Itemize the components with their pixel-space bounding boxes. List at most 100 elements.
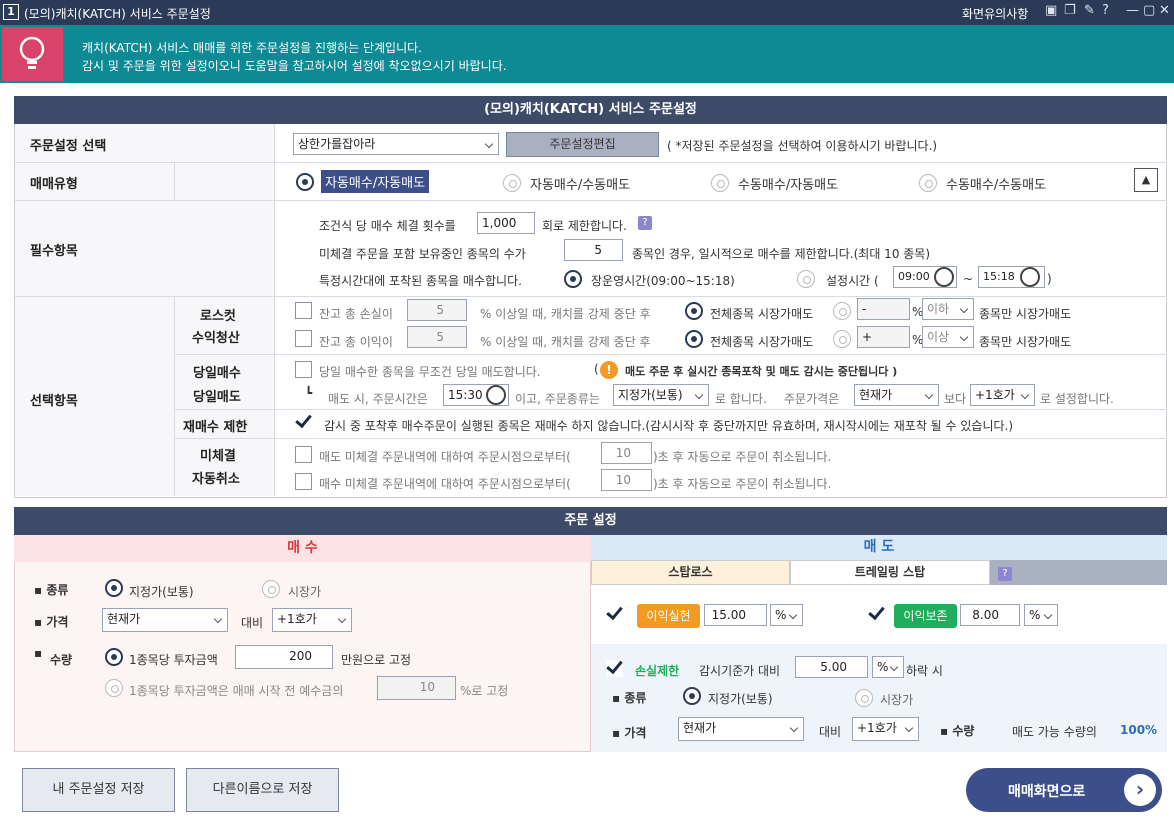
- profit-take-checkbox[interactable]: [606, 606, 623, 623]
- sell-price-base-select[interactable]: 현재가: [854, 384, 939, 406]
- trade-type-radio-3[interactable]: [711, 174, 729, 192]
- trade-type-radio-2[interactable]: [503, 174, 521, 192]
- help-icon[interactable]: ?: [1102, 3, 1109, 18]
- help-icon[interactable]: ?: [998, 567, 1012, 581]
- save-my-settings-button[interactable]: 내 주문설정 저장: [22, 768, 175, 812]
- buy-tick-select[interactable]: +1호가: [272, 608, 352, 632]
- buy-auto-cancel-checkbox[interactable]: [295, 473, 312, 490]
- max-buy-count-input[interactable]: 1,000: [477, 212, 535, 234]
- loss-limit-unit-select[interactable]: %: [872, 656, 904, 678]
- sell-tick-select[interactable]: +1호가: [970, 384, 1035, 406]
- loss-limit-checkbox[interactable]: [295, 302, 312, 319]
- buy-fixed-amount-input[interactable]: 200: [235, 645, 333, 669]
- tab-trailing-stop[interactable]: 트레일링 스탑: [790, 560, 990, 585]
- loss-all-sell-label[interactable]: 전체종목 시장가매도: [710, 305, 813, 322]
- max-holdings-input[interactable]: 5: [564, 239, 623, 261]
- buy-percent-radio[interactable]: [105, 679, 123, 697]
- sell-limit-label[interactable]: 지정가(보통): [708, 690, 773, 707]
- help-icon[interactable]: ?: [638, 216, 652, 230]
- custom-time-label[interactable]: 설정시간 (: [826, 272, 879, 289]
- profit-partial-radio[interactable]: [833, 330, 851, 348]
- clock-icon[interactable]: [934, 267, 954, 287]
- buy-percent-input[interactable]: 10: [377, 676, 456, 700]
- loss-compare-select[interactable]: 이하: [922, 298, 974, 320]
- sell-order-kind-select[interactable]: 지정가(보통): [613, 384, 709, 406]
- profit-keep-input[interactable]: 8.00: [960, 604, 1020, 626]
- open-paren-text: (: [594, 362, 599, 376]
- max-holdings-suffix: 종목인 경우, 일시적으로 매수를 제한합니다.(최대 10 종목): [632, 247, 931, 261]
- trade-type-option-3[interactable]: 수동매수/자동매도: [738, 174, 838, 193]
- sell-auto-cancel-input[interactable]: 10: [601, 442, 652, 464]
- profit-limit-input[interactable]: 5: [407, 326, 467, 348]
- buy-fixed-amount-radio[interactable]: [105, 648, 123, 666]
- same-day-buy-label: 당일매수: [193, 362, 241, 381]
- loss-partial-radio[interactable]: [833, 302, 851, 320]
- custom-time-radio[interactable]: [797, 270, 815, 288]
- profit-take-unit-select[interactable]: %: [770, 604, 803, 626]
- same-day-sell-checkbox[interactable]: [295, 361, 312, 378]
- trade-type-option-4[interactable]: 수동매수/수동매도: [946, 174, 1046, 193]
- save-as-button[interactable]: 다른이름으로 저장: [186, 768, 339, 812]
- loss-all-sell-radio[interactable]: [685, 302, 703, 320]
- buy-limit-radio[interactable]: [105, 579, 123, 597]
- profit-keep-unit-select[interactable]: %: [1024, 604, 1058, 626]
- profit-limit-checkbox[interactable]: [295, 330, 312, 347]
- vs-text: 보다: [944, 392, 967, 406]
- max-holdings-text: 미체결 주문을 포함 보유중인 종목의 수가: [319, 247, 526, 261]
- loss-limit-sell-checkbox[interactable]: [606, 660, 623, 677]
- info-banner: 캐치(KATCH) 서비스 매매를 위한 주문설정을 진행하는 단계입니다. 감…: [0, 25, 1174, 83]
- loss-limit-input[interactable]: 5: [407, 299, 467, 321]
- profit-all-sell-label[interactable]: 전체종목 시장가매도: [710, 333, 813, 350]
- sell-auto-cancel-checkbox[interactable]: [295, 446, 312, 463]
- trade-type-radio-1[interactable]: [296, 173, 314, 191]
- buy-fixed-amount-label[interactable]: 1종목당 투자금액: [129, 651, 218, 668]
- sell-market-label[interactable]: 시장가: [880, 691, 913, 708]
- pin-icon[interactable]: ✎: [1084, 3, 1095, 18]
- go-trading-screen-button[interactable]: 매매화면으로 ›: [966, 768, 1162, 812]
- profit-take-badge: 이익실현: [637, 604, 700, 628]
- layout-icon[interactable]: ▣: [1045, 3, 1057, 18]
- trade-type-option-1[interactable]: 자동매수/자동매도: [321, 170, 430, 193]
- sell-limit-radio[interactable]: [683, 687, 701, 705]
- clock-icon[interactable]: [1020, 267, 1040, 287]
- rebuy-limit-checkbox[interactable]: [295, 414, 312, 431]
- sell-price-base-select[interactable]: 현재가: [678, 717, 804, 741]
- market-hours-label[interactable]: 장운영시간(09:00~15:18): [591, 272, 735, 289]
- buy-market-label[interactable]: 시장가: [288, 583, 321, 600]
- profit-keep-checkbox[interactable]: [868, 606, 885, 623]
- buy-limit-label[interactable]: 지정가(보통): [129, 583, 194, 600]
- buy-market-radio[interactable]: [262, 580, 280, 598]
- tab-stop-loss[interactable]: 스탑로스: [591, 560, 790, 585]
- go-trading-screen-label: 매매화면으로: [1008, 784, 1086, 800]
- profit-close-label: 수익청산: [192, 327, 240, 346]
- profit-take-input[interactable]: 15.00: [704, 604, 767, 626]
- minimize-icon[interactable]: —: [1126, 3, 1139, 18]
- trade-type-option-2[interactable]: 자동매수/수동매도: [530, 174, 630, 193]
- order-select-hint: ( *저장된 주문설정을 선택하여 이용하시기 바랍니다.): [667, 139, 938, 153]
- same-day-sell-label: 당일매도: [193, 386, 241, 405]
- profit-compare-select[interactable]: 이상: [922, 326, 974, 348]
- edit-order-settings-button[interactable]: 주문설정편집: [506, 132, 659, 157]
- sell-market-radio[interactable]: [855, 689, 873, 707]
- loss-sign-input[interactable]: -: [857, 298, 910, 320]
- trade-type-radio-4[interactable]: [919, 174, 937, 192]
- auto-cancel-label: 자동취소: [192, 468, 240, 487]
- buy-auto-cancel-input[interactable]: 10: [601, 469, 652, 491]
- collapse-up-icon[interactable]: ▲: [1134, 168, 1158, 192]
- copy-icon[interactable]: ❐: [1064, 3, 1076, 18]
- order-preset-select[interactable]: 상한가를잡아라: [293, 133, 499, 155]
- clock-icon[interactable]: [486, 385, 506, 405]
- buy-percent-suffix: %로 고정: [460, 684, 509, 698]
- market-hours-radio[interactable]: [564, 270, 582, 288]
- buy-panel: [14, 535, 591, 752]
- profit-all-sell-radio[interactable]: [685, 330, 703, 348]
- maximize-icon[interactable]: ▢: [1143, 3, 1155, 18]
- buy-percent-label[interactable]: 1종목당 투자금액은 매매 시작 전 예수금의: [129, 682, 343, 699]
- loss-limit-sell-input[interactable]: 5.00: [795, 656, 868, 678]
- screen-notice-link[interactable]: 화면유의사항: [962, 5, 1028, 22]
- close-icon[interactable]: ✕: [1159, 3, 1170, 18]
- buy-price-base-select[interactable]: 현재가: [102, 608, 228, 632]
- buy-kind-label: ▪ 종류: [34, 583, 69, 597]
- sell-tick-order-select[interactable]: +1호가: [852, 717, 919, 741]
- profit-sign-input[interactable]: +: [857, 326, 910, 348]
